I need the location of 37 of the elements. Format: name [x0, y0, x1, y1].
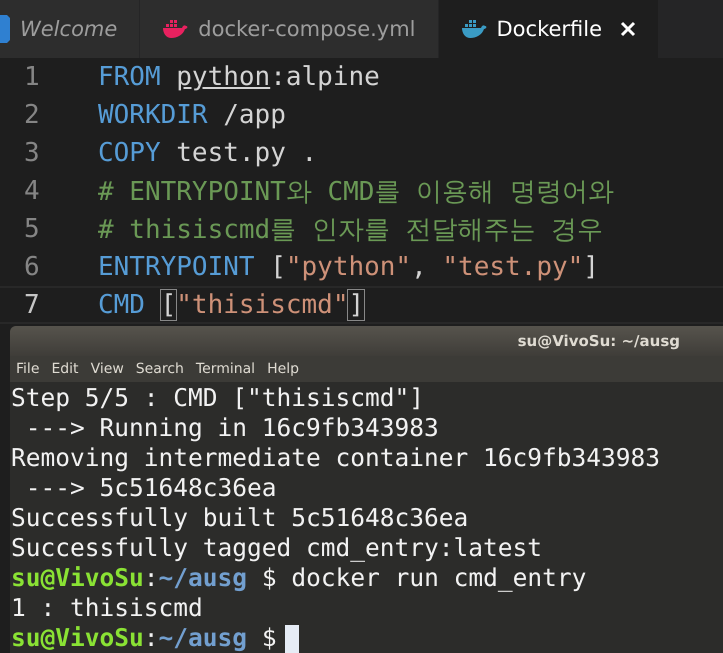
terminal-output: 1 : thisiscmd [11, 593, 204, 623]
close-icon[interactable] [620, 21, 636, 37]
menu-item[interactable]: Help [267, 361, 299, 377]
menu-item[interactable]: View [90, 361, 124, 377]
line-number: 4 [23, 176, 41, 206]
code-text: ENTRYPOINT ["python", "test.py"] [98, 252, 599, 282]
menu-item[interactable]: File [16, 361, 40, 377]
menu-item[interactable]: Search [136, 361, 184, 377]
terminal-output: Step 5/5 : CMD ["thisiscmd"] [11, 383, 426, 413]
code-text: FROM python:alpine [98, 62, 380, 92]
terminal-output: Successfully built 5c51648c36ea [11, 503, 470, 533]
whale-icon [460, 20, 487, 38]
window-title: su@VivoSu: ~/ausg [518, 332, 680, 350]
line-number: 1 [23, 62, 41, 92]
code-text: WORKDIR /app [98, 100, 286, 130]
code-text: COPY test.py . [98, 138, 318, 168]
menu-item[interactable]: Terminal [196, 361, 256, 377]
terminal-output: Removing intermediate container 16c9fb343983 [11, 443, 662, 473]
editor-tab[interactable]: Dockerfile [438, 0, 660, 58]
line-number: 2 [23, 100, 41, 130]
code-text: CMD ["thisiscmd"] [98, 290, 364, 320]
editor-tab[interactable]: docker-compose.yml [140, 0, 439, 58]
terminal-output: ---> Running in 16c9fb343983 [24, 413, 440, 443]
editor-tab[interactable]: Welcome [0, 0, 140, 58]
code-text: # thisiscmd를 인자를 전달해주는 경우 [98, 214, 604, 246]
terminal-prompt: su@VivoSu:~/ausg $ [11, 623, 723, 653]
line-number: 6 [23, 252, 41, 282]
terminal-prompt: su@VivoSu:~/ausg $ docker run cmd_entry [11, 563, 588, 593]
terminal-output: Successfully tagged cmd_entry:latest [11, 533, 544, 563]
menu-item[interactable]: Edit [51, 361, 79, 377]
line-number: 3 [23, 138, 41, 168]
code-text: # ENTRYPOINT와 CMD를 이용해 명령어와 [98, 176, 614, 208]
terminal-output: ---> 5c51648c36ea [24, 473, 278, 503]
line-number: 7 [23, 290, 41, 320]
editor-logo-icon [0, 15, 10, 43]
whale-icon [162, 20, 188, 38]
line-number: 5 [23, 214, 41, 244]
